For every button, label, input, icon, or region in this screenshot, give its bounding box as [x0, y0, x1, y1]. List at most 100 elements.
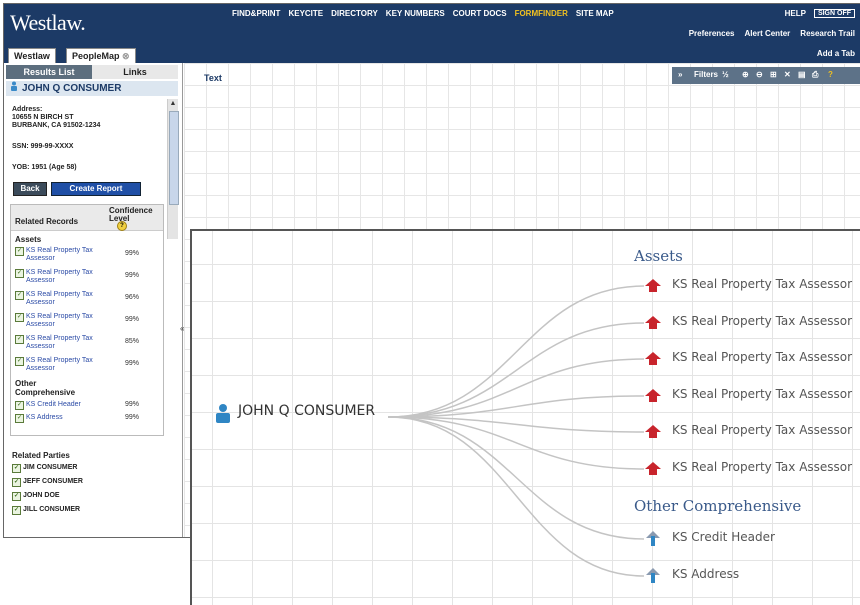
checkbox[interactable]: ✓ [15, 401, 24, 410]
other-node-label[interactable]: KS Credit Header [672, 530, 775, 544]
nav-directory[interactable]: DIRECTORY [331, 9, 378, 18]
nav-key-numbers[interactable]: KEY NUMBERS [386, 9, 445, 18]
record-name[interactable]: KS Real Property Tax Assessor [26, 357, 106, 373]
sign-off-button[interactable]: SIGN OFF [813, 9, 855, 18]
confidence-pct: 99% [125, 250, 140, 257]
checkbox[interactable]: ✓ [12, 478, 21, 487]
tab-westlaw[interactable]: Westlaw [8, 48, 56, 63]
nav-keycite[interactable]: KEYCITE [288, 9, 323, 18]
section-other-comprehensive: Other Comprehensive [15, 379, 76, 397]
scroll-thumb[interactable] [169, 111, 179, 205]
address-label: Address: [12, 106, 43, 113]
checkbox[interactable]: ✓ [15, 247, 24, 256]
nav-formfinder[interactable]: FORMFINDER [515, 9, 568, 18]
related-records-label: Related Records [15, 217, 79, 226]
nav-find-print[interactable]: FIND&PRINT [232, 9, 280, 18]
checkbox[interactable]: ✓ [12, 492, 21, 501]
zoomed-map-inset: JOHN Q CONSUMER Assets KS Real Property … [190, 229, 860, 605]
asset-node-label[interactable]: KS Real Property Tax Assessor [672, 350, 852, 364]
record-name[interactable]: KS Real Property Tax Assessor [26, 247, 106, 263]
property-icon [644, 386, 662, 404]
asset-node-label[interactable]: KS Real Property Tax Assessor [672, 423, 852, 437]
alert-center-link[interactable]: Alert Center [745, 29, 791, 38]
asset-node-label[interactable]: KS Real Property Tax Assessor [672, 460, 852, 474]
record-link[interactable]: ✓ KS Real Property Tax Assessor [15, 291, 106, 307]
checkbox[interactable]: ✓ [15, 313, 24, 322]
property-icon [644, 349, 662, 367]
tab-close-icon[interactable]: ⊗ [122, 51, 130, 61]
zoom-out-icon[interactable]: ⊖ [756, 70, 763, 79]
checkbox[interactable]: ✓ [15, 357, 24, 366]
root-node-label[interactable]: JOHN Q CONSUMER [238, 403, 375, 419]
confidence-pct: 85% [125, 338, 140, 345]
record-name[interactable]: KS Real Property Tax Assessor [26, 335, 106, 351]
party-name[interactable]: JIM CONSUMER [23, 464, 77, 471]
expand-icon[interactable]: » [678, 70, 682, 79]
scroll-up-icon[interactable]: ▲ [168, 99, 178, 109]
half-icon[interactable]: ½ [722, 70, 729, 79]
add-tab-link[interactable]: Add a Tab [817, 49, 855, 58]
record-link[interactable]: ✓ KS Credit Header [15, 401, 81, 410]
preferences-link[interactable]: Preferences [689, 29, 735, 38]
map-toolbar: » Filters ½ ⊕ ⊖ ⊞ ✕ ▤ ⎙ ? [672, 67, 860, 84]
party-name[interactable]: JILL CONSUMER [23, 506, 80, 513]
research-trail-link[interactable]: Research Trail [800, 29, 855, 38]
record-link[interactable]: ✓ KS Real Property Tax Assessor [15, 269, 106, 285]
asset-node-label[interactable]: KS Real Property Tax Assessor [672, 277, 852, 291]
record-link[interactable]: ✓ KS Real Property Tax Assessor [15, 247, 106, 263]
record-name[interactable]: KS Credit Header [26, 401, 81, 408]
record-name[interactable]: KS Real Property Tax Assessor [26, 291, 106, 307]
fit-icon[interactable]: ⊞ [770, 70, 777, 79]
tab-links[interactable]: Links [92, 65, 178, 79]
sidebar-tabs: Results List Links [6, 65, 178, 79]
confidence-pct: 99% [125, 401, 140, 408]
address-line-2: BURBANK, CA 91502-1234 [12, 122, 101, 129]
help-icon[interactable]: ? [117, 221, 127, 231]
help-link[interactable]: HELP [785, 9, 806, 18]
record-link[interactable]: ✓ KS Address [15, 414, 63, 423]
create-report-button[interactable]: Create Report [51, 182, 141, 196]
property-icon [644, 459, 662, 477]
nav-court-docs[interactable]: COURT DOCS [453, 9, 507, 18]
westlaw-logo[interactable]: Westlaw. [10, 10, 86, 36]
party-item[interactable]: ✓ JEFF CONSUMER [12, 478, 83, 487]
checkbox[interactable]: ✓ [12, 464, 21, 473]
tab-peoplemap[interactable]: PeopleMap ⊗ [66, 48, 136, 63]
tab-results-list[interactable]: Results List [6, 65, 92, 79]
checkbox[interactable]: ✓ [15, 291, 24, 300]
confidence-pct: 99% [125, 316, 140, 323]
tab-strip: Westlaw PeopleMap ⊗ Add a Tab [4, 46, 860, 63]
toolbar-help-icon[interactable]: ? [828, 70, 833, 79]
confidence-pct: 99% [125, 272, 140, 279]
party-name[interactable]: JEFF CONSUMER [23, 478, 83, 485]
asset-node-label[interactable]: KS Real Property Tax Assessor [672, 314, 852, 328]
checkbox[interactable]: ✓ [15, 414, 24, 423]
nav-site-map[interactable]: SITE MAP [576, 9, 614, 18]
related-parties-label: Related Parties [12, 451, 70, 460]
party-item[interactable]: ✓ JIM CONSUMER [12, 464, 77, 473]
asset-node-label[interactable]: KS Real Property Tax Assessor [672, 387, 852, 401]
record-name[interactable]: KS Real Property Tax Assessor [26, 269, 106, 285]
text-view-link[interactable]: Text [204, 73, 222, 83]
record-name[interactable]: KS Address [26, 414, 63, 421]
checkbox[interactable]: ✓ [15, 269, 24, 278]
collapse-all-icon[interactable]: ✕ [784, 70, 791, 79]
checkbox[interactable]: ✓ [12, 506, 21, 515]
other-node-label[interactable]: KS Address [672, 567, 739, 581]
person-header: JOHN Q CONSUMER [6, 81, 178, 96]
back-button[interactable]: Back [13, 182, 47, 196]
list-icon[interactable]: ▤ [798, 70, 806, 79]
checkbox[interactable]: ✓ [15, 335, 24, 344]
zoom-in-icon[interactable]: ⊕ [742, 70, 749, 79]
record-name[interactable]: KS Real Property Tax Assessor [26, 313, 106, 329]
filters-button[interactable]: Filters [694, 70, 718, 79]
record-link[interactable]: ✓ KS Real Property Tax Assessor [15, 313, 106, 329]
party-name[interactable]: JOHN DOE [23, 492, 60, 499]
print-icon[interactable]: ⎙ [812, 70, 818, 80]
record-link[interactable]: ✓ KS Real Property Tax Assessor [15, 335, 106, 351]
record-link[interactable]: ✓ KS Real Property Tax Assessor [15, 357, 106, 373]
party-item[interactable]: ✓ JILL CONSUMER [12, 506, 80, 515]
sidebar-scrollbar[interactable]: ▲ [167, 99, 179, 239]
party-item[interactable]: ✓ JOHN DOE [12, 492, 60, 501]
property-icon [644, 276, 662, 294]
